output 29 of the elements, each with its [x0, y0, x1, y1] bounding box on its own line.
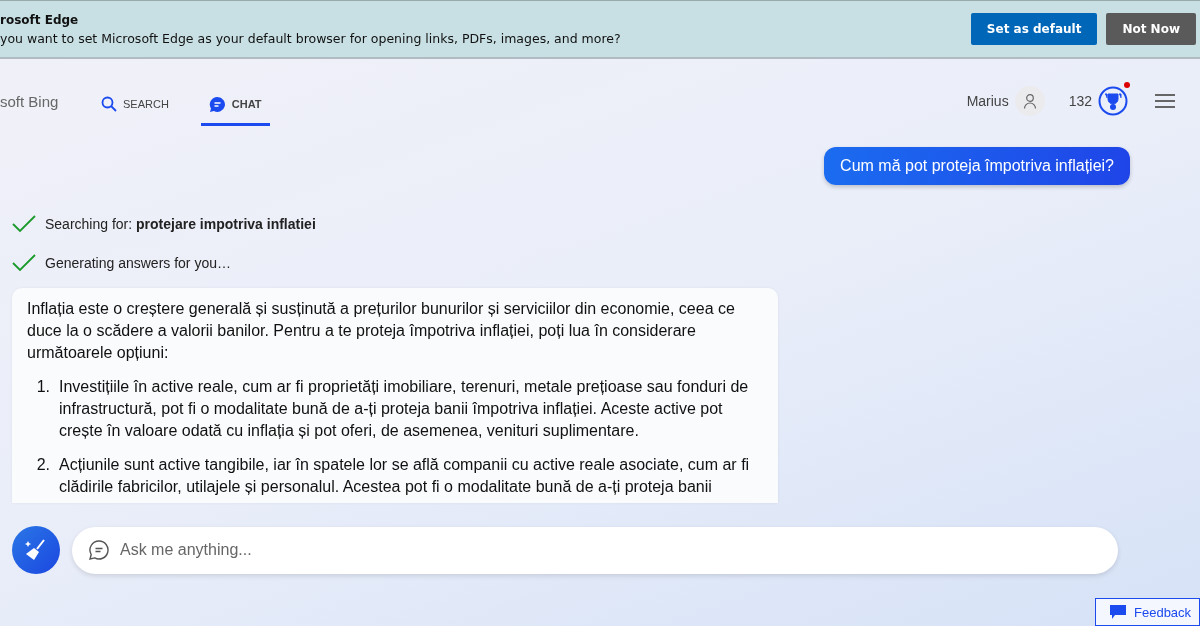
- answer-list-item: Investițiile în active reale, cum ar fi proprietăți imobiliare, terenuri, metale prețioase sau fonduri de infrastructură, pot fi o modalitate bună de a-ți proteja banii împotriva inflației. Aceste active pot crește în valoare odată cu inflația și pot oferi, de asemenea, venituri suplimentare.: [59, 377, 750, 441]
- feedback-button[interactable]: Feedback: [1095, 598, 1200, 626]
- trophy-icon[interactable]: [1098, 86, 1128, 116]
- banner-title: rosoft Edge: [0, 12, 80, 27]
- dismiss-button[interactable]: Not Now: [1106, 13, 1196, 45]
- brand-name: soft Bing: [0, 92, 60, 110]
- speech-bubble-icon: [1110, 605, 1126, 619]
- status-text: Generating answers for you…: [45, 255, 231, 271]
- list-number: 1.: [35, 377, 51, 397]
- chat-input-field[interactable]: Ask me anything...: [120, 535, 1118, 565]
- chat-input-box[interactable]: Ask me anything...: [72, 526, 1118, 574]
- set-default-button[interactable]: Set as default: [970, 13, 1098, 45]
- banner-message: you want to set Microsoft Edge as your default browser for opening links, PDFs, images, and more?: [0, 30, 621, 46]
- nav-tab[interactable]: CHAT: [200, 82, 270, 126]
- new-topic-button[interactable]: [12, 526, 60, 574]
- chat-icon: [208, 95, 226, 113]
- user-name: Marius: [966, 93, 1009, 109]
- avatar-button[interactable]: [1014, 86, 1045, 116]
- search-icon: [101, 96, 117, 112]
- chat-bubble-icon: [88, 539, 110, 561]
- menu-icon[interactable]: [1154, 93, 1176, 109]
- answer-paragraph: Inflația este o creștere generală și susținută a prețurilor bunurilor și serviciilor din economie, ceea ce duce la o scădere a valorii banilor. Pentru a te proteja împotriva inflației, poți lua în considerare următoarele opțiuni:: [27, 299, 736, 363]
- list-number: 2.: [35, 455, 51, 475]
- status-text: Searching for: protejare impotriva inflatiei: [45, 216, 316, 232]
- nav-tab[interactable]: SEARCH: [93, 82, 177, 126]
- user-message: Cum mă pot proteja împotriva inflației?: [824, 147, 1130, 185]
- points-count: 132: [1068, 93, 1092, 109]
- answer-list-item: Acțiunile sunt active tangibile, iar în spatele lor se află companii cu active reale asociate, cum ar fi clădirile fabricilor, utilajele și personalul. Acestea pot fi o modalitate bună de a-ți proteja banii: [59, 455, 751, 497]
- person-icon: [1021, 93, 1038, 109]
